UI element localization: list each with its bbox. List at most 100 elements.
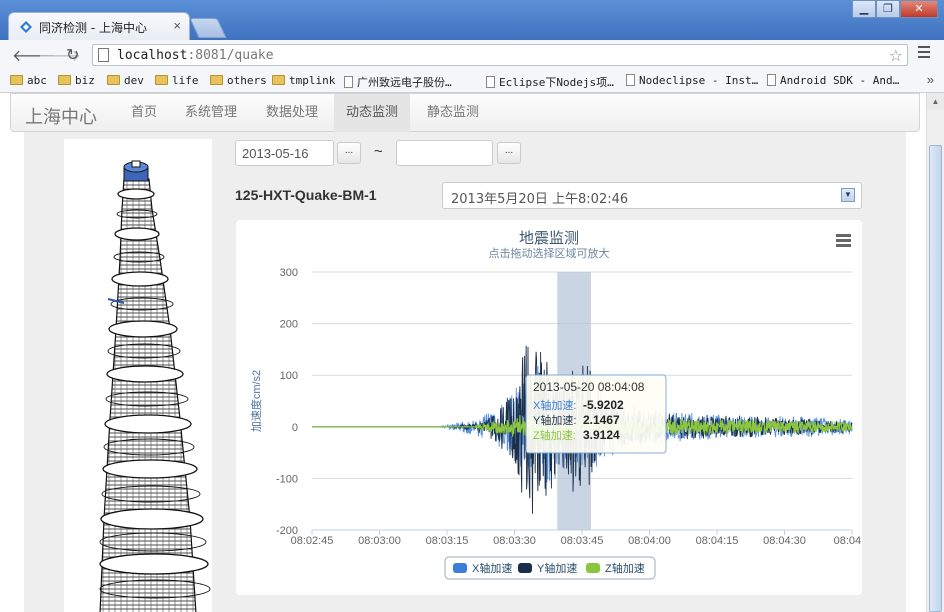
bookmark-label: Nodeclipse - Inst…: [639, 74, 759, 87]
x-tick-label: 08:04:4: [834, 535, 862, 547]
y-tick-label: 200: [280, 319, 298, 331]
browser-toolbar: 🡐 🡒 ↻ localhost:8081/quake ☆: [0, 40, 944, 71]
y-tick-label: 100: [280, 370, 298, 382]
x-tick-label: 08:04:30: [763, 535, 806, 547]
nav-item-static[interactable]: 静态监测: [415, 94, 491, 132]
bookmark-item[interactable]: Eclipse下Nodejs项…: [486, 74, 614, 90]
y-tick-label: 300: [280, 267, 298, 279]
bookmark-label: tmplink: [289, 74, 336, 87]
start-date-input[interactable]: 2013-05-16: [235, 140, 334, 166]
minimize-button[interactable]: ▁: [852, 0, 876, 18]
scrollbar-thumb[interactable]: [929, 145, 942, 612]
bookmark-label: life: [172, 74, 199, 87]
tab-close-icon[interactable]: ×: [173, 18, 181, 33]
x-tick-label: 08:02:45: [291, 535, 334, 547]
date-range-separator: ~: [374, 143, 383, 160]
legend-swatch: [453, 563, 467, 573]
bookmark-item[interactable]: tmplink: [272, 74, 335, 87]
legend-swatch: [518, 563, 532, 573]
x-tick-label: 08:04:00: [628, 535, 671, 547]
address-bar[interactable]: localhost:8081/quake ☆: [92, 44, 908, 66]
tooltip-series-name: Z轴加速:: [533, 428, 576, 442]
nav-item-system[interactable]: 系统管理: [173, 94, 249, 132]
end-date-picker-button[interactable]: ...: [497, 142, 521, 164]
bookmark-star-icon[interactable]: ☆: [889, 46, 903, 66]
tooltip-series-value: 2.1467: [583, 413, 620, 427]
site-favicon-icon: [20, 21, 32, 33]
tooltip-series-value: -5.9202: [583, 398, 624, 412]
nav-item-data[interactable]: 数据处理: [254, 94, 330, 132]
folder-icon: [107, 75, 120, 85]
x-tick-label: 08:04:15: [696, 535, 739, 547]
chart-title: 地震监测: [519, 230, 579, 247]
address-url[interactable]: localhost:8081/quake: [117, 48, 274, 63]
tooltip-series-name: X轴加速:: [533, 398, 576, 412]
url-host: localhost: [117, 48, 188, 63]
bookmark-label: abc: [27, 74, 47, 87]
nav-item-home[interactable]: 首页: [119, 94, 169, 132]
close-window-button[interactable]: ✕: [900, 0, 938, 18]
page-icon: [344, 76, 353, 88]
bookmark-label: Eclipse下Nodejs项…: [499, 76, 614, 89]
bookmark-item[interactable]: others: [210, 74, 267, 87]
bookmark-item[interactable]: Android SDK - And…: [767, 74, 899, 87]
folder-icon: [210, 75, 223, 85]
page-viewport: 2013-05-16 ... ~ ... 125-HXT-Quake-BM-1 …: [0, 93, 926, 612]
bookmark-item[interactable]: biz: [58, 74, 95, 87]
tab-title: 同济检测 - 上海中心: [39, 21, 147, 35]
tower-model-panel: [64, 139, 212, 612]
record-select-value: 2013年5月20日 上午8:02:46: [451, 192, 629, 207]
quake-chart-svg[interactable]: 地震监测点击拖动选择区域可放大-200-1000100200300加速度cm/s…: [236, 220, 870, 595]
bookmark-label: 广州致远电子股份…: [357, 76, 452, 89]
bookmark-label: biz: [75, 74, 95, 87]
browser-menu-icon[interactable]: [918, 46, 930, 61]
bookmark-item[interactable]: life: [155, 74, 199, 87]
y-axis-label: 加速度cm/s2: [249, 370, 263, 432]
folder-icon: [58, 75, 71, 85]
page-icon: [486, 76, 495, 88]
url-path: :8081/quake: [187, 48, 274, 63]
bookmarks-more-icon[interactable]: »: [927, 72, 934, 87]
x-tick-label: 08:03:30: [493, 535, 536, 547]
scroll-up-icon[interactable]: ▲: [927, 93, 944, 110]
page-content: 2013-05-16 ... ~ ... 125-HXT-Quake-BM-1 …: [24, 131, 906, 612]
page-scrollbar[interactable]: ▲: [926, 93, 944, 612]
bookmark-label: Android SDK - And…: [780, 74, 900, 87]
legend-item[interactable]: X轴加速: [472, 561, 512, 575]
bookmark-label: others: [227, 74, 267, 87]
x-tick-label: 08:03:45: [561, 535, 604, 547]
station-name: 125-HXT-Quake-BM-1: [235, 187, 377, 203]
browser-tab[interactable]: 同济检测 - 上海中心 ×: [8, 12, 190, 40]
browser-titlebar: 同济检测 - 上海中心 × ▁ ❐ ✕: [0, 0, 944, 40]
tooltip-time: 2013-05-20 08:04:08: [533, 380, 645, 394]
folder-icon: [155, 75, 168, 85]
reload-icon[interactable]: ↻: [66, 45, 79, 65]
end-date-input[interactable]: [396, 140, 493, 166]
maximize-button[interactable]: ❐: [876, 0, 900, 18]
page-icon: [626, 74, 635, 86]
nav-item-dynamic[interactable]: 动态监测: [334, 94, 411, 132]
folder-icon: [272, 75, 285, 85]
start-date-picker-button[interactable]: ...: [337, 142, 361, 164]
bookmark-item[interactable]: abc: [10, 74, 47, 87]
legend-item[interactable]: Z轴加速: [605, 561, 645, 575]
quake-chart[interactable]: 地震监测 点击拖动选择区域可放大 -200 -100 0 100 200 300 加速度cm/s…: [236, 220, 870, 595]
y-tick-label: -100: [276, 473, 298, 485]
brand-logo[interactable]: 上海中心: [25, 103, 97, 129]
bookmarks-bar: abc biz dev life others tmplink 广州致远电子股份…: [0, 70, 944, 93]
x-tick-label: 08:03:15: [426, 535, 469, 547]
new-tab-button[interactable]: [189, 18, 227, 38]
tower-model-image: [99, 160, 211, 612]
page-icon: [767, 74, 776, 86]
folder-icon: [10, 75, 23, 85]
bookmark-item[interactable]: Nodeclipse - Inst…: [626, 74, 758, 87]
chart-subtitle: 点击拖动选择区域可放大: [489, 246, 610, 260]
chevron-down-icon[interactable]: ▼: [841, 188, 855, 202]
top-navbar: 上海中心 首页 系统管理 数据处理 动态监测 静态监测: [10, 93, 920, 132]
bookmark-item[interactable]: 广州致远电子股份…: [344, 74, 452, 90]
x-tick-label: 08:03:00: [358, 535, 401, 547]
record-select[interactable]: 2013年5月20日 上午8:02:46 ▼: [442, 182, 862, 209]
chart-menu-icon[interactable]: [836, 234, 851, 247]
legend-item[interactable]: Y轴加速: [537, 561, 577, 575]
bookmark-item[interactable]: dev: [107, 74, 144, 87]
